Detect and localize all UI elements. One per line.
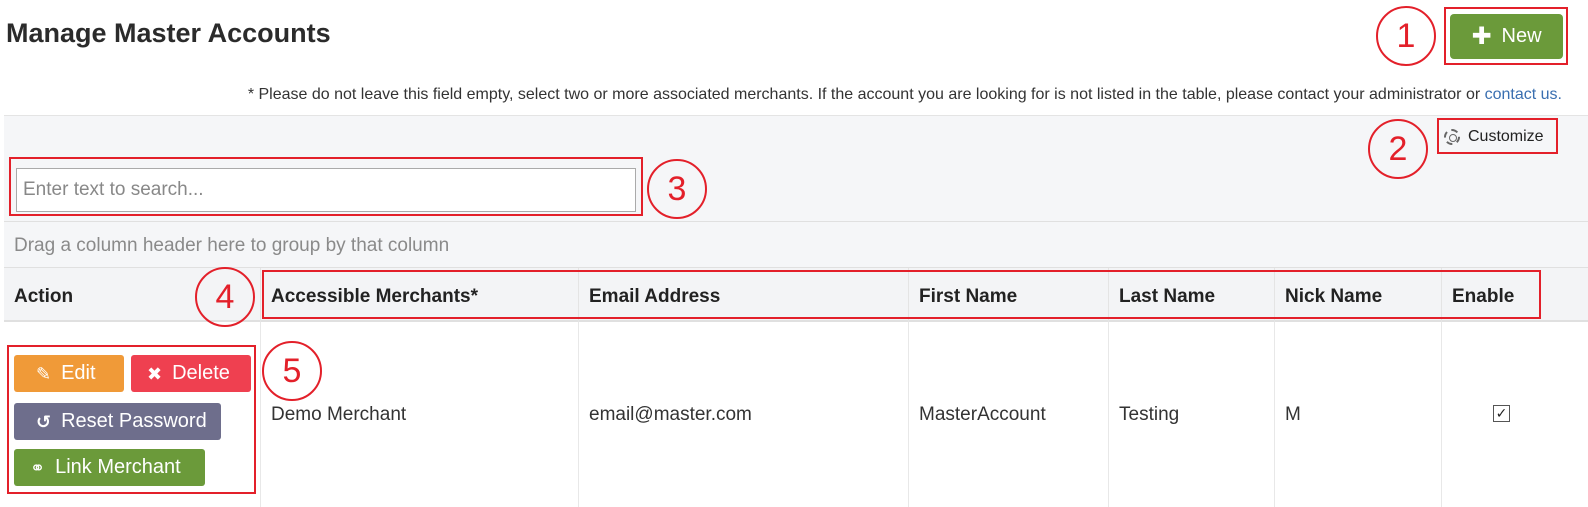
email-cell: email@master.com xyxy=(578,322,908,507)
callout-box-columns xyxy=(262,270,1541,319)
callout-number-1: 1 xyxy=(1376,6,1436,66)
help-note-text: * Please do not leave this field empty, … xyxy=(247,86,1485,103)
page-title: Manage Master Accounts xyxy=(6,18,331,48)
enable-cell: ✓ xyxy=(1441,322,1588,507)
callout-number-3: 3 xyxy=(647,159,707,219)
callout-box-search xyxy=(9,157,643,216)
enable-checkbox[interactable]: ✓ xyxy=(1493,405,1510,422)
contact-us-link[interactable]: contact us. xyxy=(1485,86,1562,103)
nick-name-cell: M xyxy=(1274,322,1441,507)
group-panel: Drag a column header here to group by th… xyxy=(4,222,1588,268)
callout-box-new xyxy=(1444,7,1568,65)
callout-box-customize xyxy=(1437,118,1558,154)
callout-number-4: 4 xyxy=(195,267,255,327)
callout-number-5: 5 xyxy=(262,341,322,401)
last-name-cell: Testing xyxy=(1108,322,1274,507)
first-name-cell: MasterAccount xyxy=(908,322,1108,507)
callout-box-actions xyxy=(7,345,256,494)
help-note: * Please do not leave this field empty, … xyxy=(248,86,1562,104)
callout-number-2: 2 xyxy=(1368,119,1428,179)
